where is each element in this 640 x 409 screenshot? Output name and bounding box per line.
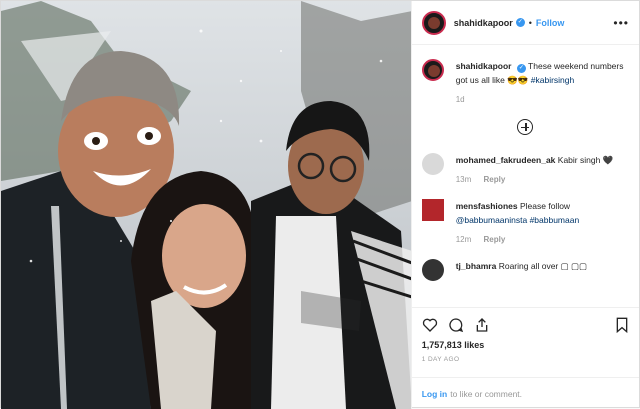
comment-text: Roaring all over ▢ ▢▢ bbox=[498, 261, 588, 271]
comment-username[interactable]: mensfashiones bbox=[456, 201, 518, 211]
comment-item: mensfashiones Please follow @babbumaanin… bbox=[421, 199, 629, 247]
caption-time: 1d bbox=[455, 95, 465, 104]
likes-count[interactable]: 1,757,813 likes bbox=[422, 340, 629, 350]
comment-avatar[interactable] bbox=[421, 199, 444, 221]
caption-username[interactable]: shahidkapoor bbox=[456, 61, 512, 71]
bookmark-icon[interactable] bbox=[615, 317, 629, 333]
more-options-icon[interactable]: ••• bbox=[613, 16, 629, 30]
plus-circle-icon[interactable] bbox=[517, 119, 534, 135]
comment-username[interactable]: mohamed_fakrudeen_ak bbox=[456, 155, 556, 165]
login-prompt-text: to like or comment. bbox=[450, 388, 523, 399]
comment-username[interactable]: tj_bhamra bbox=[456, 261, 497, 271]
comment-mentions[interactable]: @babbumaaninsta #babbumaan bbox=[456, 215, 579, 225]
comment-avatar[interactable] bbox=[421, 259, 444, 281]
action-icons bbox=[422, 314, 629, 336]
load-more-comments[interactable] bbox=[422, 119, 629, 135]
comment-body: tj_bhamra Roaring all over ▢ ▢▢ bbox=[456, 259, 587, 281]
comment-meta: 12m Reply bbox=[456, 233, 629, 247]
verified-badge-icon: ✓ bbox=[516, 64, 526, 73]
post-photo[interactable] bbox=[1, 1, 411, 409]
comment-text: Kabir singh 🖤 bbox=[557, 155, 614, 165]
comment-item: mohamed_fakrudeen_ak Kabir singh 🖤 13m R… bbox=[421, 153, 629, 187]
instagram-post: shahidkapoor ✓ • Follow ••• shahidkapoor… bbox=[0, 0, 640, 409]
separator-dot: • bbox=[528, 17, 532, 28]
comments-list[interactable]: shahidkapoor ✓ These weekend numbers got… bbox=[412, 45, 639, 307]
follow-button[interactable]: Follow bbox=[536, 18, 565, 28]
comment-time: 13m bbox=[455, 175, 472, 184]
reply-button[interactable]: Reply bbox=[484, 175, 506, 184]
comment-body: mohamed_fakrudeen_ak Kabir singh 🖤 13m R… bbox=[456, 153, 614, 187]
post-sidebar: shahidkapoor ✓ • Follow ••• shahidkapoor… bbox=[410, 1, 639, 409]
caption: shahidkapoor ✓ These weekend numbers got… bbox=[421, 59, 629, 107]
comment-avatar[interactable] bbox=[421, 153, 444, 175]
comment-time: 12m bbox=[455, 235, 472, 244]
caption-hashtag[interactable]: #kabirsingh bbox=[531, 75, 574, 85]
comment-icon[interactable] bbox=[448, 317, 464, 333]
comment-meta: 13m Reply bbox=[456, 173, 614, 187]
verified-badge-icon: ✓ bbox=[515, 18, 525, 27]
caption-body: shahidkapoor ✓ These weekend numbers got… bbox=[456, 59, 629, 107]
comment-text: Please follow bbox=[519, 201, 571, 211]
post-actions: 1,757,813 likes 1 DAY AGO bbox=[411, 307, 639, 377]
reply-button[interactable]: Reply bbox=[484, 235, 506, 244]
post-header: shahidkapoor ✓ • Follow ••• bbox=[411, 1, 639, 45]
comment-item: tj_bhamra Roaring all over ▢ ▢▢ bbox=[421, 259, 629, 281]
login-prompt: Log in to like or comment. bbox=[411, 377, 639, 409]
author-avatar[interactable] bbox=[421, 10, 446, 35]
post-timestamp: 1 DAY AGO bbox=[421, 356, 460, 363]
caption-avatar[interactable] bbox=[421, 59, 444, 81]
author-username[interactable]: shahidkapoor bbox=[454, 18, 513, 28]
login-link[interactable]: Log in bbox=[422, 389, 448, 399]
heart-icon[interactable] bbox=[422, 317, 438, 333]
comment-body: mensfashiones Please follow @babbumaanin… bbox=[456, 199, 629, 247]
photo-illustration bbox=[1, 1, 411, 409]
share-icon[interactable] bbox=[474, 317, 490, 333]
